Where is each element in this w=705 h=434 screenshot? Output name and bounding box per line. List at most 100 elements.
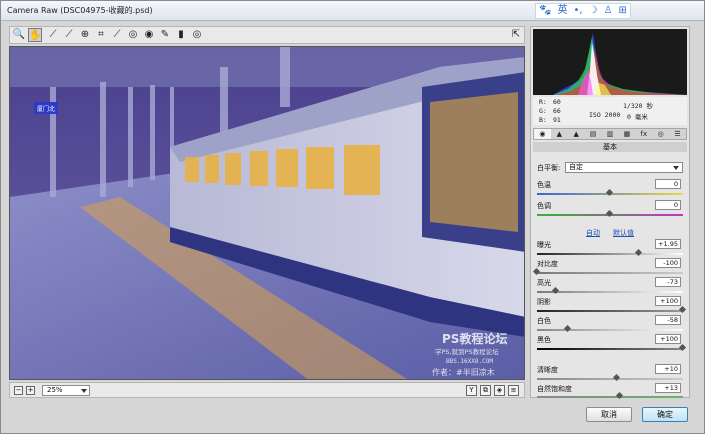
whites-label: 白色 <box>537 317 551 325</box>
clarity-knob[interactable] <box>613 373 621 382</box>
contrast-knob[interactable] <box>532 267 541 276</box>
blacks-label: 黑色 <box>537 336 551 344</box>
swap-settings-icon[interactable]: ◈ <box>494 385 505 396</box>
shadows-slider[interactable] <box>537 305 687 314</box>
shadows-value[interactable]: +100 <box>655 296 681 306</box>
radial-filter-icon[interactable]: ◎ <box>190 28 204 42</box>
whites-slider[interactable] <box>537 324 683 333</box>
default-link[interactable]: 默认值 <box>613 228 634 238</box>
ime-toolbar[interactable]: 🐾 英 •, ☽ ♙ ⊞ <box>535 3 631 19</box>
before-after-icon[interactable]: ⧉ <box>480 385 491 396</box>
ime-paw-icon[interactable]: 🐾 <box>539 4 551 18</box>
tool-bar: 🔍 ✋ ⟋ ⟋ ⊕ ⌗ ⟋ ◎ ◉ ✎ ▮ ◎ ⇱ <box>9 26 525 44</box>
tint-knob[interactable] <box>605 209 614 218</box>
ime-language-toggle[interactable]: 英 <box>557 4 567 18</box>
zoom-icon[interactable]: 🔍 <box>12 28 26 42</box>
g-value: 66 <box>553 107 561 115</box>
ime-grid-icon[interactable]: ⊞ <box>619 4 627 18</box>
highlights-value[interactable]: -73 <box>655 277 681 287</box>
b-value: 91 <box>553 116 561 124</box>
watermark-author: 作者：#半旧凉木 <box>432 367 495 377</box>
title-bar: Camera Raw (DSC04975-收藏的.psd) 🐾 英 •, ☽ ♙… <box>1 1 704 21</box>
vibrance-slider[interactable] <box>537 391 683 400</box>
clarity-value[interactable]: +10 <box>655 364 681 374</box>
temperature-knob[interactable] <box>605 188 614 197</box>
temperature-value[interactable]: 0 <box>655 179 681 189</box>
histogram-graph <box>553 33 687 95</box>
blacks-knob[interactable] <box>678 343 687 352</box>
b-label: B: <box>539 116 547 124</box>
clarity-label: 清晰度 <box>537 366 558 374</box>
contrast-slider[interactable] <box>532 267 683 276</box>
r-value: 60 <box>553 98 561 106</box>
contrast-value[interactable]: -100 <box>655 258 681 268</box>
watermark-url: BBS.16XX8.COM <box>446 358 493 365</box>
tab-split-toning-icon[interactable]: ▥ <box>602 129 619 139</box>
highlights-knob[interactable] <box>551 286 560 295</box>
cancel-button[interactable]: 取消 <box>586 407 632 422</box>
white-balance-select[interactable]: 自定 <box>565 162 683 173</box>
exposure-knob[interactable] <box>635 248 643 257</box>
whites-knob[interactable] <box>563 324 571 333</box>
adjustment-panel: R: 60 G: 66 B: 91 1/320 秒 ISO 2000 0 毫米 … <box>530 26 690 400</box>
tint-value[interactable]: 0 <box>655 200 681 210</box>
preview-photo: 厦门北 PS教程论坛 学PS,就到PS教程论坛 BBS.16XX8.COM 作者… <box>10 47 524 379</box>
fullscreen-icon[interactable]: ⇱ <box>509 28 523 42</box>
vibrance-knob[interactable] <box>616 391 624 400</box>
auto-link[interactable]: 自动 <box>586 228 600 238</box>
rgb-readout: R: 60 G: 66 B: 91 1/320 秒 ISO 2000 0 毫米 <box>533 97 687 125</box>
bottom-bar: − + 25% Y ⧉ ◈ ≡ <box>9 382 525 398</box>
highlights-label: 高光 <box>537 279 551 287</box>
hand-icon[interactable]: ✋ <box>28 28 42 42</box>
shadows-label: 阴影 <box>537 298 551 306</box>
image-preview[interactable]: 厦门北 PS教程论坛 学PS,就到PS教程论坛 BBS.16XX8.COM 作者… <box>9 46 525 380</box>
whites-value[interactable]: -58 <box>655 315 681 325</box>
tab-detail-icon[interactable]: ▲ <box>568 129 585 139</box>
temperature-slider[interactable] <box>537 188 683 197</box>
ok-button[interactable]: 确定 <box>642 407 688 422</box>
temperature-label: 色温 <box>537 181 551 189</box>
window-title: Camera Raw (DSC04975-收藏的.psd) <box>7 6 153 15</box>
tab-camera-calibration-icon[interactable]: ◎ <box>652 129 669 139</box>
ime-punctuation-icon[interactable]: •, <box>573 4 582 18</box>
highlights-slider[interactable] <box>537 286 683 295</box>
preview-preferences-icon[interactable]: ≡ <box>508 385 519 396</box>
tab-effects-icon[interactable]: fx <box>635 129 652 139</box>
panel-title: 基本 <box>533 142 687 152</box>
adjustment-brush-icon[interactable]: ✎ <box>158 28 172 42</box>
color-sampler-icon[interactable]: ⟋ <box>62 28 76 42</box>
zoom-out-button[interactable]: − <box>14 386 23 395</box>
tab-hsl-icon[interactable]: ▤ <box>585 129 602 139</box>
vibrance-value[interactable]: +13 <box>655 383 681 393</box>
blacks-slider[interactable] <box>537 343 687 352</box>
tab-lens-icon[interactable]: ▦ <box>618 129 635 139</box>
shutter-speed: 1/320 秒 <box>623 102 653 110</box>
straighten-icon[interactable]: ⟋ <box>110 28 124 42</box>
white-balance-icon[interactable]: ⟋ <box>46 28 60 42</box>
tab-tone-curve-icon[interactable]: ▲ <box>551 129 568 139</box>
view-y-icon[interactable]: Y <box>466 385 477 396</box>
iso-value: ISO 2000 <box>589 111 621 119</box>
clarity-slider[interactable] <box>537 373 683 382</box>
spot-removal-icon[interactable]: ◎ <box>126 28 140 42</box>
contrast-label: 对比度 <box>537 260 558 268</box>
vibrance-label: 自然饱和度 <box>537 385 572 393</box>
tint-slider[interactable] <box>537 209 683 218</box>
shadows-knob[interactable] <box>678 305 687 314</box>
tab-basic-icon[interactable]: ◉ <box>534 129 551 139</box>
zoom-level-select[interactable]: 25% <box>42 385 90 396</box>
graduated-filter-icon[interactable]: ▮ <box>174 28 188 42</box>
r-label: R: <box>539 98 547 106</box>
red-eye-icon[interactable]: ◉ <box>142 28 156 42</box>
exposure-slider[interactable] <box>537 248 683 257</box>
watermark-title: PS教程论坛 <box>442 331 507 346</box>
zoom-in-button[interactable]: + <box>26 386 35 395</box>
tab-presets-icon[interactable]: ☰ <box>669 129 686 139</box>
ime-user-icon[interactable]: ♙ <box>604 4 613 18</box>
crop-icon[interactable]: ⌗ <box>94 28 108 42</box>
exposure-value[interactable]: +1.95 <box>655 239 681 249</box>
ime-moon-icon[interactable]: ☽ <box>589 4 598 18</box>
blacks-value[interactable]: +100 <box>655 334 681 344</box>
target-adjust-icon[interactable]: ⊕ <box>78 28 92 42</box>
camera-raw-window: Camera Raw (DSC04975-收藏的.psd) 🐾 英 •, ☽ ♙… <box>0 0 705 434</box>
